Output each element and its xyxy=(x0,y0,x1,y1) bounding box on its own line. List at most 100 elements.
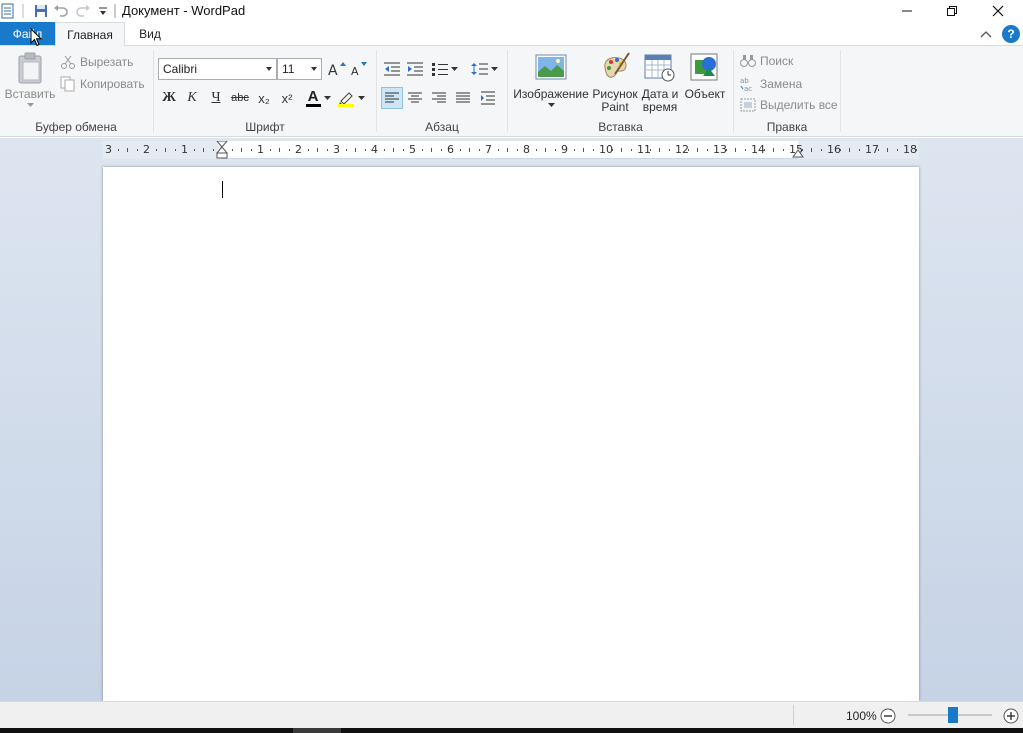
align-right-button[interactable] xyxy=(428,87,450,109)
justify-button[interactable] xyxy=(452,87,474,109)
tab-file[interactable]: Файл xyxy=(0,22,55,45)
align-center-icon xyxy=(408,92,422,103)
ruler-tick-mark xyxy=(155,149,157,151)
ruler-label: 6 xyxy=(447,143,454,156)
chevron-up-icon xyxy=(980,31,992,38)
ruler-label: 5 xyxy=(409,143,416,156)
insert-datetime-button[interactable]: Дата и время xyxy=(638,52,682,114)
tab-view[interactable]: Вид xyxy=(128,22,172,45)
zoom-in-button[interactable] xyxy=(1003,708,1019,727)
ruler-tick-mark xyxy=(820,149,822,151)
font-family-select[interactable]: Calibri xyxy=(158,58,277,80)
ruler-tick-mark xyxy=(364,149,366,151)
replace-label: Замена xyxy=(760,77,803,91)
ruler-tick-mark xyxy=(127,148,128,152)
ruler-tick-mark xyxy=(497,149,499,151)
svg-text:ab: ab xyxy=(740,77,749,85)
increase-indent-button[interactable] xyxy=(404,58,426,80)
ruler-label: 9 xyxy=(561,143,568,156)
paste-button[interactable]: Вставить xyxy=(4,52,56,108)
wordpad-app-icon[interactable] xyxy=(0,2,16,20)
font-size-select[interactable]: 11 xyxy=(277,58,322,80)
calendar-clock-icon xyxy=(644,54,675,82)
svg-text:A: A xyxy=(328,63,338,77)
line-spacing-button[interactable] xyxy=(469,58,499,80)
zoom-level[interactable]: 100% xyxy=(846,709,877,723)
grow-font-icon: A xyxy=(328,62,346,77)
paint-drawing-button[interactable]: Рисунок Paint xyxy=(592,52,638,114)
bullets-button[interactable] xyxy=(429,58,459,80)
cut-label: Вырезать xyxy=(80,55,134,69)
superscript-button[interactable]: x² xyxy=(276,87,298,109)
ruler-tick-mark xyxy=(326,149,328,151)
close-button[interactable] xyxy=(975,0,1021,22)
ruler-tick-mark xyxy=(507,148,508,152)
insert-picture-button[interactable]: Изображение xyxy=(512,52,590,108)
ruler-tick-mark xyxy=(811,148,812,152)
select-all-button[interactable]: Выделить все xyxy=(740,98,838,112)
ribbon-tab-bar: Файл Главная Вид ? xyxy=(0,22,1023,47)
ruler-label: 1 xyxy=(257,143,264,156)
minimize-button[interactable] xyxy=(884,0,930,22)
ruler-tick-mark xyxy=(697,148,698,152)
paint-label-line2: Paint xyxy=(601,100,629,114)
document-page[interactable] xyxy=(103,167,919,701)
strikethrough-button[interactable]: abc xyxy=(229,87,251,109)
cut-button[interactable]: Вырезать xyxy=(60,54,133,70)
right-indent-marker-icon[interactable] xyxy=(792,149,804,159)
underline-button[interactable]: Ч xyxy=(205,87,227,109)
align-center-button[interactable] xyxy=(404,87,426,109)
italic-button[interactable]: К xyxy=(181,87,203,109)
svg-text:ac: ac xyxy=(744,85,752,92)
ruler-tick-mark xyxy=(431,148,432,152)
ruler-label: 3 xyxy=(105,143,112,156)
ruler-tick-mark xyxy=(478,149,480,151)
bold-button[interactable]: Ж xyxy=(158,87,180,109)
scissors-icon xyxy=(61,55,75,69)
undo-icon[interactable] xyxy=(52,2,70,20)
replace-button[interactable]: ab ac Замена xyxy=(740,76,802,92)
grow-font-button[interactable]: A xyxy=(326,58,348,80)
ruler-tick-mark xyxy=(573,149,575,151)
redo-icon[interactable] xyxy=(74,2,92,20)
save-icon[interactable] xyxy=(32,2,50,20)
subscript-button[interactable]: x₂ xyxy=(253,87,275,109)
ruler-tick-mark xyxy=(203,148,204,152)
insert-object-button[interactable]: Объект xyxy=(683,52,727,101)
horizontal-ruler[interactable]: 3 2 1 1 2 3 4 5 6 7 8 9 10 11 12 13 14 15 16 17 18 xyxy=(103,141,919,159)
minimize-ribbon-button[interactable] xyxy=(976,24,996,44)
restore-button[interactable] xyxy=(929,0,975,22)
text-color-swatch xyxy=(305,104,321,107)
shrink-font-button[interactable]: A xyxy=(348,58,370,80)
ruler-tick-mark xyxy=(649,149,651,151)
taskbar-active-item[interactable] xyxy=(293,728,341,733)
align-left-button[interactable] xyxy=(381,87,403,109)
ruler-tick-mark xyxy=(136,149,138,151)
highlight-color-button[interactable] xyxy=(336,87,366,109)
ruler-tick-mark xyxy=(858,149,860,151)
zoom-out-button[interactable] xyxy=(880,708,896,727)
decrease-indent-button[interactable] xyxy=(381,58,403,80)
replace-icon: abac xyxy=(740,77,752,92)
ruler-tick-mark xyxy=(773,148,774,152)
tab-home[interactable]: Главная xyxy=(55,22,125,46)
copy-button[interactable]: Копировать xyxy=(60,76,145,92)
shrink-font-icon: A xyxy=(351,62,367,77)
zoom-slider[interactable] xyxy=(908,707,992,723)
help-icon[interactable]: ? xyxy=(1002,25,1020,43)
customize-qat-icon[interactable] xyxy=(96,2,110,20)
ruler-tick-mark xyxy=(440,149,442,151)
ruler-label: 8 xyxy=(523,143,530,156)
ribbon: Вставить Вырезать Копировать Буфер обмен… xyxy=(0,45,1023,137)
align-right-icon xyxy=(432,92,446,103)
text-caret xyxy=(222,181,223,198)
paragraph-group: Абзац xyxy=(377,46,507,136)
svg-text:A: A xyxy=(351,65,359,77)
text-color-button[interactable]: A xyxy=(304,87,332,109)
indent-marker-icon[interactable] xyxy=(216,141,228,159)
find-button[interactable]: Поиск xyxy=(740,54,793,68)
zoom-slider-thumb[interactable] xyxy=(948,707,958,723)
text-color-letter: A xyxy=(307,88,319,105)
paragraph-settings-button[interactable] xyxy=(477,87,499,109)
ruler-tick-mark xyxy=(659,148,660,152)
